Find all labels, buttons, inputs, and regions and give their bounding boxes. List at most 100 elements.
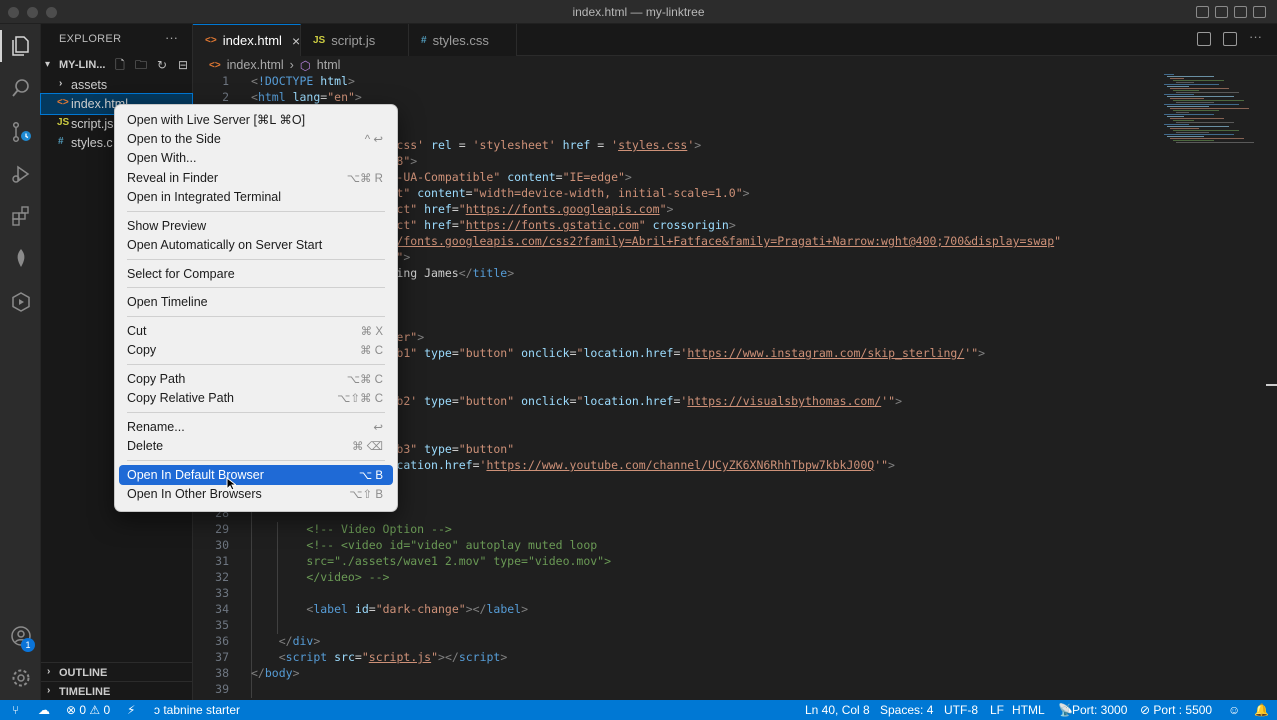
tab-index-html[interactable]: <> index.html × bbox=[193, 24, 301, 56]
status-bar: ⑂ ☁ ⊗ 0 ⚠ 0 ⚡ ↄ tabnine starter Ln 40, C… bbox=[0, 700, 1277, 720]
tree-item-assets[interactable]: › assets bbox=[41, 75, 192, 95]
breadcrumb-symbol[interactable]: html bbox=[317, 58, 341, 72]
workspace-folder[interactable]: ▾ MY-LIN... 🗋 🗀 ↻ ⊟ bbox=[41, 56, 193, 76]
tab-script-js[interactable]: JS script.js bbox=[301, 24, 409, 56]
minimap-line bbox=[1170, 128, 1199, 129]
menu-item-copy-relative-path[interactable]: Copy Relative Path ⌥⇧⌘ C bbox=[119, 388, 393, 408]
menu-item-label: Open With... bbox=[127, 151, 197, 165]
code-text: </video> --> bbox=[306, 570, 390, 584]
settings-gear-icon[interactable] bbox=[0, 658, 41, 698]
timeline-section[interactable]: › TIMELINE bbox=[41, 681, 193, 701]
menu-item-label: Open with Live Server [⌘L ⌘O] bbox=[127, 113, 306, 127]
open-preview-icon[interactable] bbox=[1197, 32, 1211, 46]
tree-item-label: assets bbox=[71, 78, 108, 92]
more-actions-icon[interactable]: ··· bbox=[165, 30, 178, 45]
menu-item-open-in-other-browsers[interactable]: Open In Other Browsers ⌥⇧ B bbox=[119, 484, 393, 504]
menu-separator bbox=[127, 210, 385, 212]
breadcrumb-file[interactable]: index.html bbox=[227, 58, 284, 72]
menu-item-open-with-live-server-l-o[interactable]: Open with Live Server [⌘L ⌘O] bbox=[119, 109, 393, 129]
menu-item-shortcut: ⌥⌘ R bbox=[346, 172, 383, 185]
menu-item-shortcut: ⌥⇧ B bbox=[349, 489, 383, 501]
problems-status[interactable]: ⊗ 0 ⚠ 0 bbox=[66, 703, 110, 717]
menu-item-shortcut: ⌘ ⌫ bbox=[352, 441, 383, 453]
live-share-icon[interactable]: ☁ bbox=[38, 703, 50, 717]
line-number: 36 bbox=[215, 634, 229, 648]
menu-item-cut[interactable]: Cut ⌘ X bbox=[119, 321, 393, 341]
minimap-line bbox=[1170, 118, 1224, 119]
menu-item-open-automatically-on-server-start[interactable]: Open Automatically on Server Start bbox=[119, 235, 393, 255]
eol-status[interactable]: LF bbox=[990, 703, 1004, 717]
menu-item-select-for-compare[interactable]: Select for Compare bbox=[119, 264, 393, 284]
more-actions-icon[interactable]: ··· bbox=[1249, 30, 1263, 46]
line-number: 32 bbox=[215, 570, 229, 584]
extensions-icon[interactable] bbox=[0, 196, 41, 236]
cursor-position[interactable]: Ln 40, Col 8 bbox=[805, 703, 870, 717]
chevron-right-icon: › bbox=[59, 78, 63, 89]
new-folder-icon[interactable]: 🗀 bbox=[134, 58, 148, 72]
menu-item-open-in-default-browser[interactable]: Open In Default Browser ⌥ B bbox=[119, 464, 393, 485]
line-number: 29 bbox=[215, 522, 229, 536]
menu-item-label: Open Timeline bbox=[127, 295, 208, 309]
remote-icon[interactable] bbox=[0, 282, 41, 322]
minimap[interactable] bbox=[1160, 74, 1260, 144]
title-bar: index.html — my-linktree bbox=[0, 0, 1277, 24]
minimap-line bbox=[1167, 76, 1214, 77]
menu-item-open-timeline[interactable]: Open Timeline bbox=[119, 292, 393, 312]
window-title: index.html — my-linktree bbox=[572, 5, 705, 19]
menu-item-copy[interactable]: Copy ⌘ C bbox=[119, 340, 393, 360]
minimap-line bbox=[1176, 92, 1239, 93]
notifications-bell-icon[interactable]: 🔔 bbox=[1254, 703, 1269, 717]
menu-item-reveal-in-finder[interactable]: Reveal in Finder ⌥⌘ R bbox=[119, 168, 393, 188]
outline-section[interactable]: › OUTLINE bbox=[41, 662, 193, 682]
menu-item-open-in-integrated-terminal[interactable]: Open in Integrated Terminal bbox=[119, 187, 393, 207]
minimap-line bbox=[1164, 104, 1239, 105]
html-file-icon: <> bbox=[209, 59, 221, 71]
menu-item-rename[interactable]: Rename... ↩ bbox=[119, 417, 393, 437]
close-icon[interactable]: × bbox=[292, 33, 300, 49]
scrollbar-marker[interactable] bbox=[1266, 384, 1277, 386]
live-server-port[interactable]: ⊘ Port : 5500 bbox=[1140, 703, 1212, 717]
menu-item-copy-path[interactable]: Copy Path ⌥⌘ C bbox=[119, 369, 393, 389]
language-mode[interactable]: HTML bbox=[1012, 703, 1045, 717]
accounts-icon[interactable]: 1 bbox=[0, 616, 41, 656]
line-number: 38 bbox=[215, 666, 229, 680]
split-editor-icon[interactable] bbox=[1223, 32, 1237, 46]
tab-label: script.js bbox=[331, 32, 376, 48]
toggle-secondary-sidebar-icon[interactable] bbox=[1234, 6, 1247, 18]
explorer-icon[interactable] bbox=[0, 26, 41, 66]
context-menu: Open with Live Server [⌘L ⌘O] Open to the… bbox=[114, 104, 398, 512]
refresh-icon[interactable]: ↻ bbox=[155, 58, 169, 72]
minimap-line bbox=[1164, 134, 1234, 135]
run-debug-icon[interactable] bbox=[0, 154, 41, 194]
menu-item-show-preview[interactable]: Show Preview bbox=[119, 216, 393, 236]
menu-item-label: Copy Relative Path bbox=[127, 391, 235, 405]
menu-item-shortcut: ⌘ X bbox=[360, 325, 383, 338]
js-file-icon: JS bbox=[57, 117, 70, 128]
line-number: 30 bbox=[215, 538, 229, 552]
source-control-icon[interactable] bbox=[0, 112, 41, 152]
tabnine-status[interactable]: ↄ tabnine starter bbox=[154, 703, 240, 717]
customize-layout-icon[interactable] bbox=[1253, 6, 1266, 18]
menu-item-delete[interactable]: Delete ⌘ ⌫ bbox=[119, 436, 393, 456]
tab-styles-css[interactable]: # styles.css bbox=[409, 24, 517, 56]
html-file-icon: <> bbox=[205, 35, 217, 46]
port-status[interactable]: Port: 3000 bbox=[1072, 703, 1127, 717]
debug-icon[interactable]: ⚡ bbox=[127, 703, 135, 717]
feedback-icon[interactable]: ☺ bbox=[1228, 703, 1240, 717]
menu-item-open-to-the-side[interactable]: Open to the Side ^ ↩ bbox=[119, 129, 393, 149]
indentation-status[interactable]: Spaces: 4 bbox=[880, 703, 933, 717]
code-text: <!DOCTYPE html> bbox=[251, 74, 355, 88]
toggle-primary-sidebar-icon[interactable] bbox=[1196, 6, 1209, 18]
minimap-line bbox=[1176, 102, 1214, 103]
toggle-panel-icon[interactable] bbox=[1215, 6, 1228, 18]
tree-item-label: styles.c bbox=[71, 136, 113, 150]
tabnine-icon[interactable] bbox=[0, 238, 41, 278]
menu-item-open-with[interactable]: Open With... bbox=[119, 148, 393, 168]
menu-item-shortcut: ⌥⌘ C bbox=[346, 373, 383, 386]
remote-status-icon[interactable]: ⑂ bbox=[12, 703, 19, 717]
encoding-status[interactable]: UTF-8 bbox=[944, 703, 978, 717]
menu-separator bbox=[127, 459, 385, 461]
search-icon[interactable] bbox=[0, 68, 41, 108]
new-file-icon[interactable]: 🗋 bbox=[113, 58, 127, 72]
collapse-all-icon[interactable]: ⊟ bbox=[176, 58, 190, 72]
